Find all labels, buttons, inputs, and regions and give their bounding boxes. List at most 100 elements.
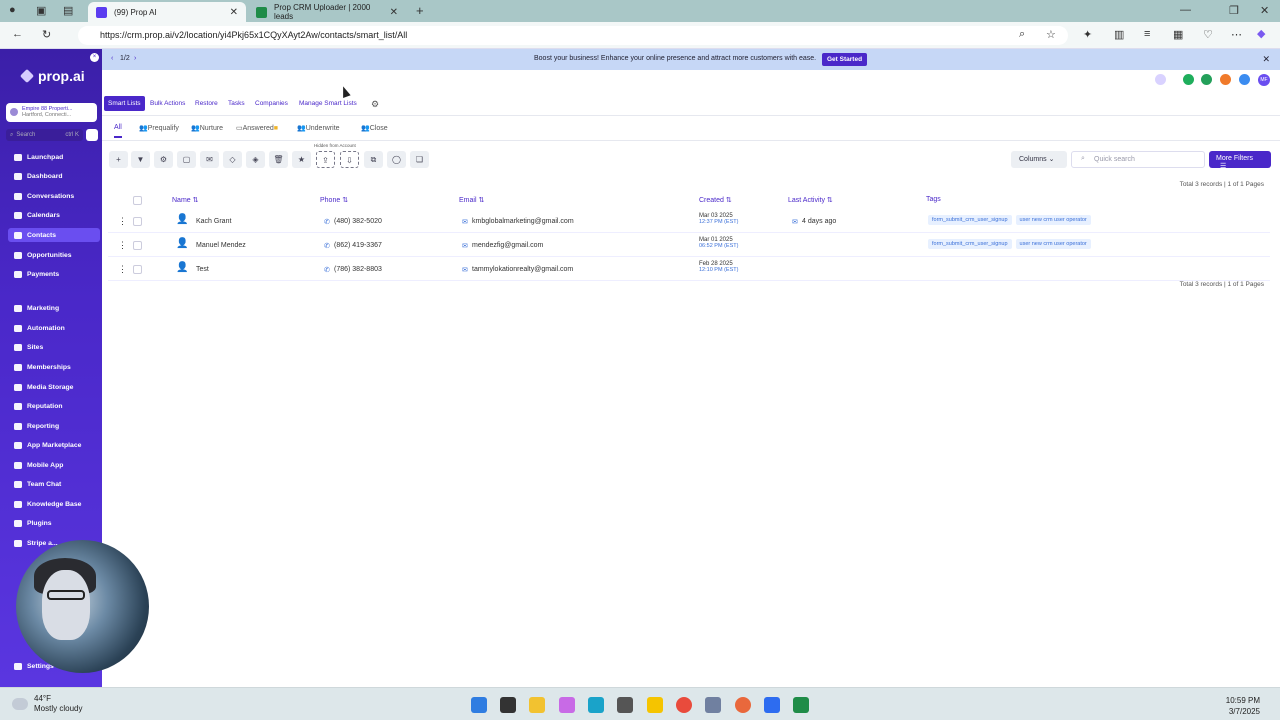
- quick-search-input[interactable]: ⌕ Quick search: [1071, 151, 1205, 168]
- settings-gear-icon[interactable]: ⚙: [371, 99, 379, 110]
- chrome-profile-icon[interactable]: [735, 697, 751, 713]
- sidebar-item-team-chat[interactable]: Team Chat: [8, 477, 100, 491]
- windows-start-icon[interactable]: [471, 697, 487, 713]
- weather-widget[interactable]: 44°F Mostly cloudy: [34, 694, 82, 714]
- contact-name[interactable]: Kach Grant: [196, 218, 231, 225]
- row-checkbox[interactable]: [133, 265, 142, 274]
- row-menu-icon[interactable]: ⋮: [118, 216, 127, 227]
- refresh-icon[interactable]: ↻: [42, 28, 51, 41]
- sidebar-item-media-storage[interactable]: Media Storage: [8, 380, 100, 394]
- tab-companies[interactable]: Companies: [251, 96, 292, 111]
- add-contact-button[interactable]: +: [109, 151, 128, 168]
- sms-button[interactable]: ▢: [177, 151, 196, 168]
- tab-bulk-actions[interactable]: Bulk Actions: [146, 96, 189, 111]
- url-input[interactable]: https://crm.prop.ai/v2/location/yi4Pkj65…: [78, 26, 1068, 45]
- browser-tab-crm-uploader[interactable]: Prop CRM Uploader | 2000 leads ✕: [248, 2, 406, 22]
- copilot-icon[interactable]: ◆: [1257, 27, 1265, 40]
- favorite-star-icon[interactable]: ☆: [1046, 28, 1056, 41]
- column-header-last-activity[interactable]: Last Activity ⇅: [788, 196, 833, 204]
- sidebar-item-knowledge-base[interactable]: Knowledge Base: [8, 497, 100, 511]
- merge-button[interactable]: ⧉: [364, 151, 383, 168]
- smart-list-all[interactable]: All: [114, 124, 122, 138]
- sidebar-item-app-marketplace[interactable]: App Marketplace: [8, 438, 100, 452]
- row-checkbox[interactable]: [133, 241, 142, 250]
- sidebar-item-contacts[interactable]: Contacts: [8, 228, 100, 242]
- remove-tag-button[interactable]: ◈: [246, 151, 265, 168]
- chrome-icon[interactable]: [676, 697, 692, 713]
- table-row[interactable]: ⋮ 👤 Manuel Mendez ✆ (862) 419-3367 ✉ mendezfig…: [108, 233, 1270, 257]
- collapse-sidebar-icon[interactable]: ×: [90, 53, 99, 62]
- sidebar-item-plugins[interactable]: Plugins: [8, 516, 100, 530]
- copy-button[interactable]: ❏: [410, 151, 429, 168]
- quick-action-button[interactable]: [86, 129, 98, 141]
- get-started-button[interactable]: Get Started: [822, 53, 868, 66]
- help-icon[interactable]: [1239, 74, 1250, 85]
- workflow-button[interactable]: ⚙: [154, 151, 173, 168]
- app-icon[interactable]: [617, 697, 633, 713]
- tag-badge[interactable]: user new crm user operator: [1015, 239, 1091, 249]
- task-view-icon[interactable]: [500, 697, 516, 713]
- edge-icon[interactable]: [588, 697, 604, 713]
- contact-email[interactable]: kmbglobalmarketing@gmail.com: [472, 218, 574, 225]
- minimize-icon[interactable]: —: [1180, 4, 1191, 16]
- contact-name[interactable]: Test: [196, 266, 209, 273]
- sidebar-item-automation[interactable]: Automation: [8, 321, 100, 335]
- sidebar-item-sites[interactable]: Sites: [8, 340, 100, 354]
- user-avatar[interactable]: MF: [1258, 74, 1270, 86]
- notifications-icon[interactable]: [1220, 74, 1231, 85]
- export-button[interactable]: ⇪: [316, 151, 335, 168]
- window-close-icon[interactable]: ✕: [1260, 4, 1269, 17]
- contact-phone[interactable]: (862) 419-3367: [334, 242, 382, 249]
- delete-button[interactable]: 🗑: [269, 151, 288, 168]
- close-icon[interactable]: ✕: [230, 7, 238, 18]
- contact-phone[interactable]: (480) 382-5020: [334, 218, 382, 225]
- table-row[interactable]: ⋮ 👤 Kach Grant ✆ (480) 382-5020 ✉ kmbglobalmar…: [108, 209, 1270, 233]
- sidebar-item-payments[interactable]: Payments: [8, 267, 100, 281]
- phone-call-icon[interactable]: [1183, 74, 1194, 85]
- contact-email[interactable]: mendezfig@gmail.com: [472, 242, 543, 249]
- columns-dropdown[interactable]: Columns ⌄: [1011, 151, 1067, 168]
- zoom-app-icon[interactable]: [764, 697, 780, 713]
- tab-tasks[interactable]: Tasks: [224, 96, 249, 111]
- review-button[interactable]: ★: [292, 151, 311, 168]
- banner-close-icon[interactable]: ✕: [1262, 54, 1270, 65]
- table-row[interactable]: ⋮ 👤 Test ✆ (786) 382-8803 ✉ tammylokationrealt…: [108, 257, 1270, 281]
- browser-essentials-icon[interactable]: ♡: [1203, 28, 1213, 41]
- sidebar-item-opportunities[interactable]: Opportunities: [8, 248, 100, 262]
- browser-tab-prop-ai[interactable]: (99) Prop AI ✕: [88, 2, 246, 22]
- row-menu-icon[interactable]: ⋮: [118, 240, 127, 251]
- zoom-icon[interactable]: ⌕: [1019, 28, 1025, 41]
- copilot-app-icon[interactable]: [559, 697, 575, 713]
- tag-badge[interactable]: form_submit_crm_user_signup: [928, 239, 1012, 249]
- sidebar-search-input[interactable]: ⌕ Search ctrl K: [6, 129, 83, 141]
- sidebar-item-reporting[interactable]: Reporting: [8, 419, 100, 433]
- settings-app-icon[interactable]: [705, 697, 721, 713]
- apps-icon[interactable]: [1201, 74, 1212, 85]
- smart-list-prequalify[interactable]: 👥Prequalify: [139, 124, 179, 132]
- banner-prev-icon[interactable]: ‹: [111, 55, 113, 62]
- more-filters-button[interactable]: More Filters ☰: [1209, 151, 1271, 170]
- column-header-email[interactable]: Email ⇅: [459, 196, 484, 204]
- whatsapp-button[interactable]: ◯: [387, 151, 406, 168]
- file-explorer-icon[interactable]: [529, 697, 545, 713]
- filter-button[interactable]: ▼: [131, 151, 150, 168]
- profile-icon[interactable]: ●: [9, 4, 16, 16]
- sidebar-item-launchpad[interactable]: Launchpad: [8, 150, 100, 164]
- sidebar-item-reputation[interactable]: Reputation: [8, 399, 100, 413]
- sidebar-item-memberships[interactable]: Memberships: [8, 360, 100, 374]
- weather-cloud-icon[interactable]: [12, 698, 28, 710]
- close-icon[interactable]: ✕: [390, 7, 398, 18]
- smart-list-nurture[interactable]: 👥Nurture: [191, 124, 223, 132]
- add-tag-button[interactable]: ◇: [223, 151, 242, 168]
- ai-assistant-icon[interactable]: [1155, 74, 1166, 85]
- back-icon[interactable]: ←: [12, 28, 23, 40]
- column-header-phone[interactable]: Phone ⇅: [320, 196, 348, 204]
- extensions-icon[interactable]: ✦: [1083, 28, 1092, 41]
- column-header-name[interactable]: Name ⇅: [172, 196, 199, 204]
- sidebar-item-dashboard[interactable]: Dashboard: [8, 169, 100, 183]
- row-checkbox[interactable]: [133, 217, 142, 226]
- select-all-checkbox[interactable]: [133, 196, 142, 205]
- contact-phone[interactable]: (786) 382-8803: [334, 266, 382, 273]
- tag-badge[interactable]: user new crm user operator: [1015, 215, 1091, 225]
- location-switcher[interactable]: Empire 88 Properti... Hartford, Connecti…: [6, 103, 97, 122]
